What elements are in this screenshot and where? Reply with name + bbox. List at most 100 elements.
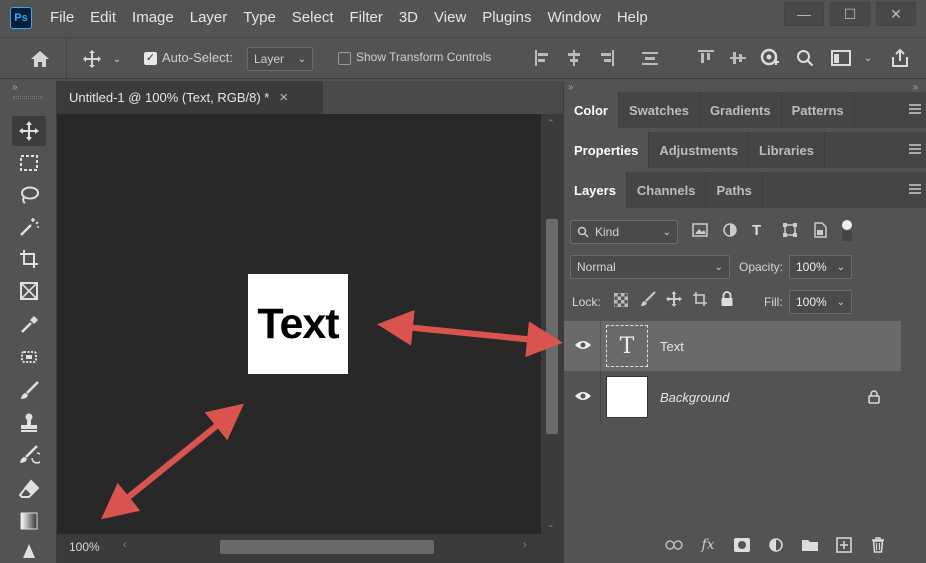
canvas-area[interactable]: Text xyxy=(57,114,541,534)
brush-tool[interactable] xyxy=(12,376,46,406)
align-center-icon[interactable] xyxy=(564,48,584,68)
marquee-tool[interactable] xyxy=(12,148,46,178)
align-top-icon[interactable] xyxy=(696,48,716,68)
new-layer-icon[interactable] xyxy=(834,535,854,555)
show-transform-checkbox[interactable] xyxy=(338,52,351,65)
adjustment-layer-icon[interactable] xyxy=(766,535,786,555)
distribute-icon[interactable] xyxy=(640,48,660,68)
background-layer-thumbnail[interactable] xyxy=(606,376,648,418)
menu-window[interactable]: Window xyxy=(539,0,608,36)
eraser-tool[interactable] xyxy=(12,474,46,504)
link-icon[interactable] xyxy=(664,535,684,555)
close-tab-icon[interactable]: × xyxy=(279,89,288,106)
blur-tool[interactable] xyxy=(12,536,46,563)
opacity-field[interactable]: 100% ⌄ xyxy=(789,255,852,279)
toolbar-grip[interactable] xyxy=(13,96,43,99)
chevron-down-icon[interactable]: ⌄ xyxy=(862,52,874,64)
eye-icon[interactable] xyxy=(574,390,592,405)
tab-properties[interactable]: Properties xyxy=(564,132,650,168)
tab-gradients[interactable]: Gradients xyxy=(700,92,782,128)
tab-patterns[interactable]: Patterns xyxy=(782,92,855,128)
layer-name-background[interactable]: Background xyxy=(660,390,729,405)
menu-filter[interactable]: Filter xyxy=(342,0,391,36)
tab-layers[interactable]: Layers xyxy=(564,172,627,208)
panel-menu-icon[interactable] xyxy=(909,184,921,194)
layer-filter-dropdown[interactable]: Kind ⌄ xyxy=(570,220,678,244)
menu-3d[interactable]: 3D xyxy=(391,0,426,36)
align-right-icon[interactable] xyxy=(596,48,616,68)
folder-icon[interactable] xyxy=(800,535,820,555)
filter-toggle[interactable] xyxy=(842,220,854,242)
panel-menu-icon[interactable] xyxy=(909,104,921,114)
chevron-down-icon[interactable]: ⌄ xyxy=(110,52,124,66)
frame-tool[interactable] xyxy=(12,276,46,306)
minimize-button[interactable]: — xyxy=(784,2,824,26)
close-button[interactable]: ✕ xyxy=(876,2,916,26)
collapse-toolbar-icon[interactable]: » xyxy=(12,82,18,93)
crop-tool[interactable] xyxy=(12,244,46,274)
document-tab[interactable]: Untitled-1 @ 100% (Text, RGB/8) * × xyxy=(57,81,323,114)
mask-icon[interactable] xyxy=(732,535,752,555)
workspace-icon[interactable] xyxy=(830,48,852,68)
fx-icon[interactable]: fx xyxy=(698,535,718,555)
move-tool-icon[interactable] xyxy=(80,47,104,71)
lock-pixels-icon[interactable] xyxy=(640,291,658,309)
auto-select-target-dropdown[interactable]: Layer ⌄ xyxy=(247,47,313,71)
menu-select[interactable]: Select xyxy=(284,0,342,36)
auto-select-checkbox[interactable]: ✓ xyxy=(144,52,157,65)
canvas-text-layer[interactable]: Text xyxy=(257,300,339,349)
fill-field[interactable]: 100% ⌄ xyxy=(789,290,852,314)
layer-name-text[interactable]: Text xyxy=(660,339,684,354)
share-icon[interactable] xyxy=(888,46,912,70)
3d-mode-icon[interactable] xyxy=(758,46,782,70)
text-layer-thumbnail[interactable]: T xyxy=(606,325,648,367)
tab-color[interactable]: Color xyxy=(564,92,619,128)
menu-help[interactable]: Help xyxy=(609,0,656,36)
horizontal-scrollbar-thumb[interactable] xyxy=(220,540,434,554)
stamp-tool[interactable] xyxy=(12,408,46,438)
zoom-level[interactable]: 100% xyxy=(69,540,100,554)
lock-artboard-icon[interactable] xyxy=(692,291,710,309)
tab-adjustments[interactable]: Adjustments xyxy=(649,132,750,168)
maximize-button[interactable]: ☐ xyxy=(830,2,870,26)
menu-edit[interactable]: Edit xyxy=(82,0,124,36)
tab-swatches[interactable]: Swatches xyxy=(619,92,700,128)
eye-icon[interactable] xyxy=(574,339,592,354)
home-icon[interactable] xyxy=(28,48,52,70)
panel-menu-icon[interactable] xyxy=(909,144,921,154)
type-filter-icon[interactable]: T xyxy=(752,222,770,240)
shape-filter-icon[interactable] xyxy=(782,222,800,240)
lasso-tool[interactable] xyxy=(12,180,46,210)
layer-row-background[interactable]: Background xyxy=(564,372,901,422)
fill-value[interactable]: 100% xyxy=(796,295,827,309)
adjustment-filter-icon[interactable] xyxy=(722,222,740,240)
tab-paths[interactable]: Paths xyxy=(706,172,763,208)
tab-libraries[interactable]: Libraries xyxy=(749,132,825,168)
chevron-down-icon[interactable]: ⌄ xyxy=(837,262,845,273)
healing-brush-tool[interactable] xyxy=(12,342,46,372)
vertical-scrollbar[interactable]: ⌃ ⌄ xyxy=(541,114,563,534)
menu-view[interactable]: View xyxy=(426,0,474,36)
lock-all-icon[interactable] xyxy=(720,291,738,309)
scroll-left-icon[interactable]: ‹ xyxy=(123,539,127,551)
lock-transparent-icon[interactable] xyxy=(613,292,630,309)
trash-icon[interactable] xyxy=(868,535,888,555)
image-filter-icon[interactable] xyxy=(692,222,710,240)
align-left-icon[interactable] xyxy=(533,48,553,68)
layer-row-text[interactable]: T Text xyxy=(564,321,901,371)
scroll-down-icon[interactable]: ⌄ xyxy=(547,519,555,530)
scroll-right-icon[interactable]: › xyxy=(523,539,527,551)
scroll-up-icon[interactable]: ⌃ xyxy=(547,118,555,129)
artboard[interactable]: Text xyxy=(248,274,348,374)
search-icon[interactable] xyxy=(795,48,815,68)
lock-position-icon[interactable] xyxy=(666,291,684,309)
menu-plugins[interactable]: Plugins xyxy=(474,0,539,36)
opacity-value[interactable]: 100% xyxy=(796,260,827,274)
smart-object-filter-icon[interactable] xyxy=(812,222,830,240)
history-brush-tool[interactable] xyxy=(12,440,46,470)
menu-file[interactable]: File xyxy=(42,0,82,36)
tab-channels[interactable]: Channels xyxy=(627,172,707,208)
gradient-tool[interactable] xyxy=(12,506,46,536)
chevron-down-icon[interactable]: ⌄ xyxy=(837,297,845,308)
magic-wand-tool[interactable] xyxy=(12,212,46,242)
